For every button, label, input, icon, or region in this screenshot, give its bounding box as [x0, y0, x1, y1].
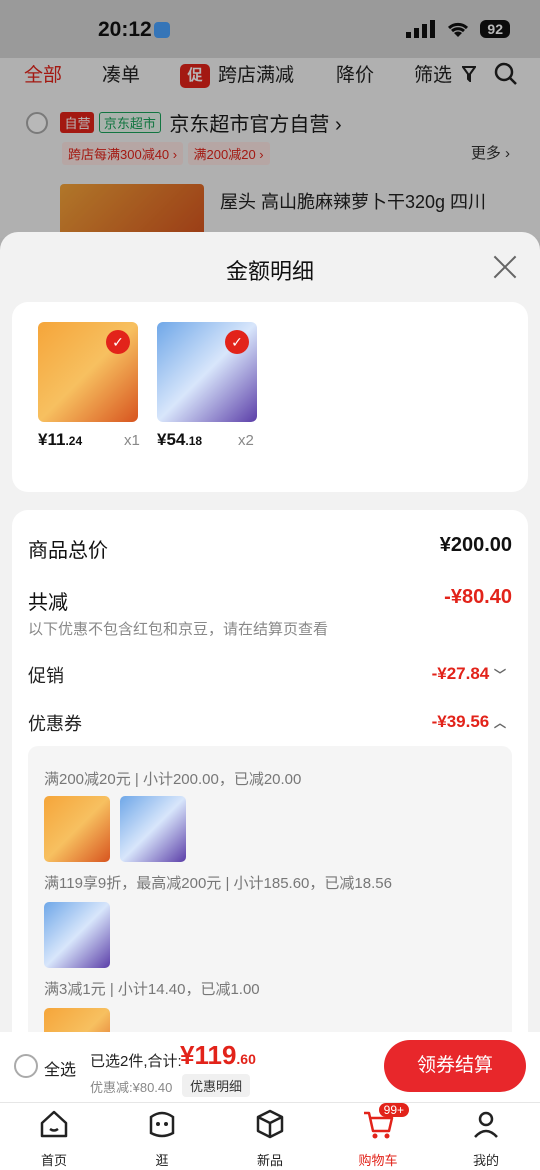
product-price-dec: .24	[65, 434, 83, 448]
tabbar-item-home[interactable]: 首页	[19, 1107, 89, 1169]
select-all-checkbox[interactable]	[14, 1054, 38, 1078]
discount-note: 以下优惠不包含红包和京豆，请在结算页查看	[28, 621, 329, 638]
total-amount: ¥119.60	[180, 1040, 256, 1071]
coupon-product-thumb	[44, 796, 110, 862]
product-item: ✓	[157, 322, 267, 422]
check-icon: ✓	[225, 330, 249, 354]
select-all-label[interactable]: 全选	[44, 1056, 76, 1080]
promo-value: -¥27.84	[431, 664, 490, 683]
amount-detail-sheet: 金额明细 ✓ ¥11.24 x1 ✓ ¥54.18 x2 商品总价 ¥200.0…	[0, 232, 540, 1170]
total-value: ¥200.00	[439, 534, 512, 556]
watermark: zhizhizhi.com	[396, 1146, 494, 1162]
coupon-product-thumb	[120, 796, 186, 862]
coupon-value: -¥39.56	[431, 712, 490, 731]
total-amount-int: ¥119	[180, 1040, 237, 1070]
chevron-down-icon: ﹀	[493, 668, 506, 682]
reduce-value: -¥80.40	[444, 586, 512, 608]
tabbar-item-new[interactable]: 新品	[235, 1107, 305, 1169]
face-icon	[149, 1111, 175, 1138]
coupon-row[interactable]: -¥39.56 ︿	[432, 712, 506, 732]
discount-detail-button[interactable]: 优惠明细	[182, 1074, 251, 1097]
chevron-up-icon: ︿	[493, 716, 506, 730]
reduce-label: 共减	[28, 592, 68, 614]
product-price: ¥54.18	[157, 430, 202, 450]
sheet-title: 金额明细	[225, 259, 314, 284]
product-price-int: ¥11	[38, 430, 66, 449]
discount-info: 优惠减:¥80.40	[90, 1080, 173, 1095]
check-icon: ✓	[106, 330, 130, 354]
home-icon	[40, 1110, 68, 1138]
product-price-int: ¥54	[157, 430, 186, 449]
tabbar-label: 逛	[155, 1153, 169, 1168]
product-price-dec: .18	[185, 434, 203, 448]
product-qty: x1	[124, 432, 140, 449]
promo-row[interactable]: -¥27.84 ﹀	[432, 664, 506, 684]
checkout-bar: 全选 已选2件,合计: ¥119.60 优惠减:¥80.40 优惠明细 领券结算	[0, 1032, 540, 1102]
tabbar-item-browse[interactable]: 逛	[127, 1107, 197, 1169]
close-icon[interactable]	[492, 254, 518, 280]
profile-icon	[474, 1111, 498, 1138]
coupon-rule: 满119享9折，最高减200元 | 小计185.60，已减18.56	[44, 875, 392, 892]
coupon-label: 优惠券	[28, 714, 82, 734]
tabbar-label: 首页	[40, 1153, 67, 1168]
coupon-rule: 满200减20元 | 小计200.00，已减20.00	[44, 771, 302, 788]
total-label: 商品总价	[28, 540, 108, 562]
product-image-milk: ✓	[157, 322, 257, 422]
checkout-button[interactable]: 领券结算	[384, 1040, 526, 1092]
tabbar-label: 新品	[256, 1153, 283, 1168]
selected-info: 已选2件,合计:	[90, 1053, 182, 1070]
product-image-radish: ✓	[38, 322, 138, 422]
product-summary-card: ✓ ¥11.24 x1 ✓ ¥54.18 x2	[12, 302, 528, 492]
total-amount-dec: .60	[236, 1051, 256, 1067]
product-qty: x2	[238, 432, 254, 449]
coupon-rule: 满3减1元 | 小计14.40，已减1.00	[44, 981, 260, 998]
product-price: ¥11.24	[38, 430, 82, 450]
promo-label: 促销	[28, 666, 64, 686]
coupon-product-thumb	[44, 902, 110, 968]
product-item: ✓	[38, 322, 148, 422]
box-icon	[256, 1109, 284, 1139]
cart-badge: 99+	[378, 1103, 409, 1117]
